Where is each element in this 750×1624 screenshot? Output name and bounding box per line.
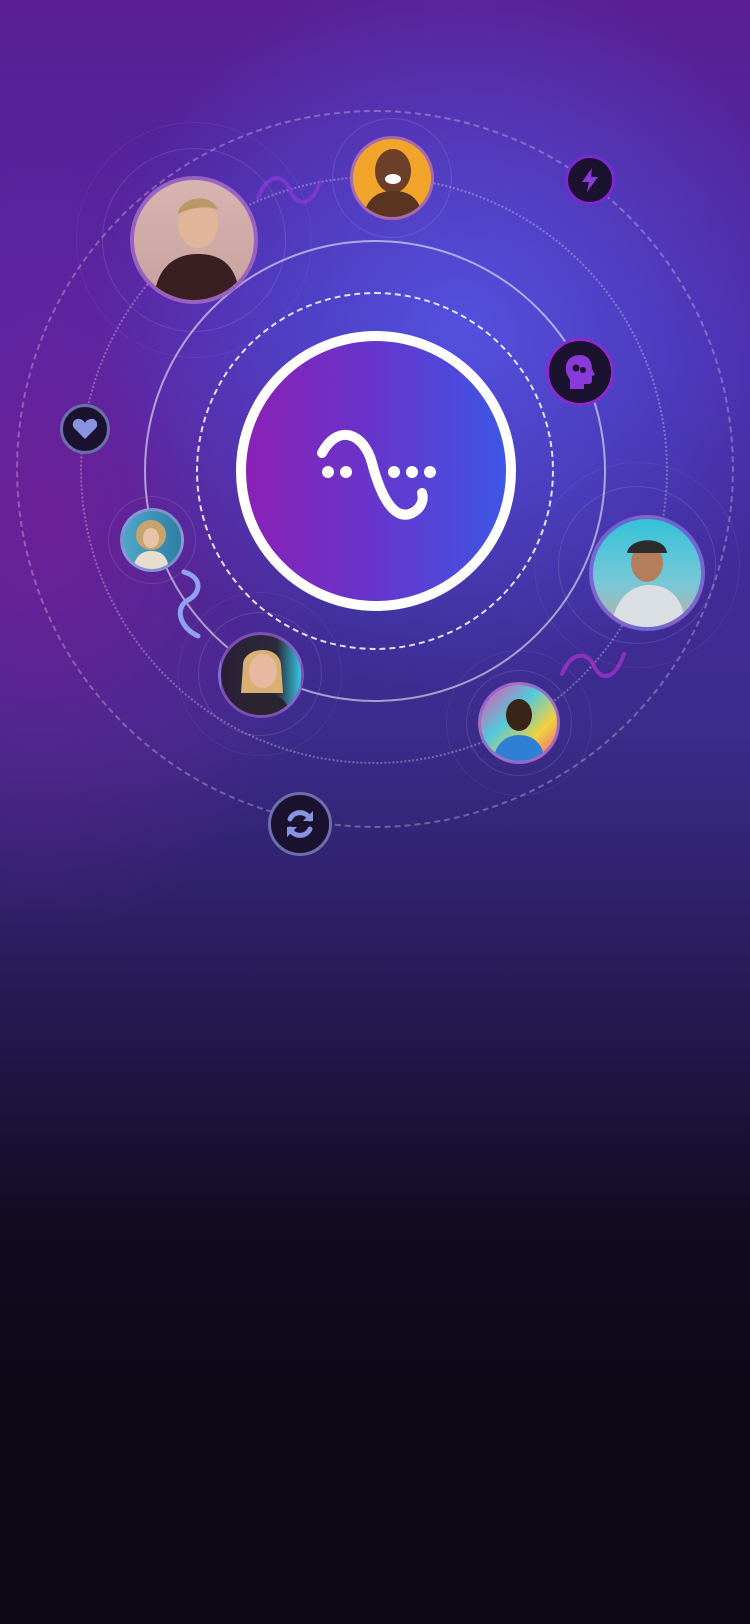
avatar-silhouette [363, 149, 423, 217]
refresh-icon[interactable] [268, 792, 332, 856]
wave-logo-icon [317, 429, 436, 520]
person-young-man-sweater[interactable] [130, 176, 258, 304]
avatar-silhouette [493, 699, 545, 761]
avatar-silhouette [611, 540, 687, 627]
person-woman-curly-hair[interactable] [120, 508, 184, 572]
person-man-cap[interactable] [589, 515, 705, 631]
person-smiling-woman-orange[interactable] [350, 136, 434, 220]
center-logo [236, 331, 516, 611]
avatar-silhouette [133, 520, 169, 569]
heart-icon[interactable] [60, 404, 110, 454]
brain-head-icon[interactable] [546, 338, 614, 406]
lightning-icon[interactable] [565, 155, 615, 205]
person-woman-blonde-smiling[interactable] [218, 632, 304, 718]
orbit-illustration [0, 0, 750, 900]
avatar-silhouette [154, 198, 240, 300]
person-man-colorful-wall[interactable] [478, 682, 560, 764]
avatar-silhouette [235, 649, 291, 715]
